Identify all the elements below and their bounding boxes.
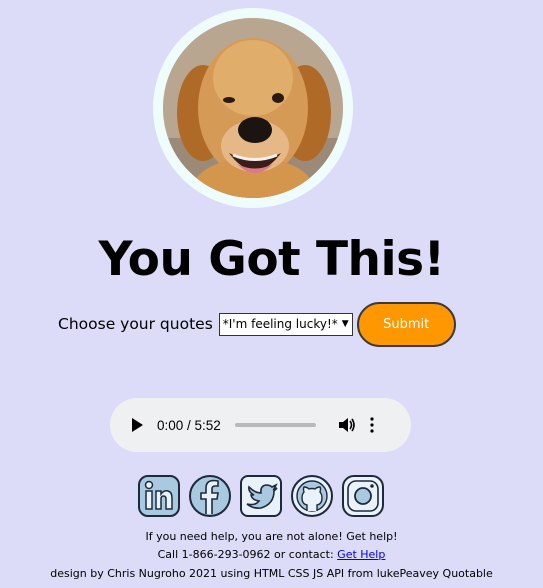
volume-icon[interactable] (338, 417, 356, 433)
chevron-down-icon: ▼ (341, 319, 349, 329)
page-title: You Got This! (98, 232, 445, 287)
instagram-icon[interactable] (341, 474, 385, 518)
audio-progress-track[interactable] (234, 423, 316, 427)
social-links (137, 474, 385, 518)
avatar-ring (153, 8, 353, 208)
audio-time: 0:00 / 5:52 (157, 417, 221, 433)
help-text: If you need help, you are not alone! Get… (145, 530, 398, 543)
github-icon[interactable] (290, 474, 334, 518)
call-line: Call 1-866-293-0962 or contact: Get Help (0, 548, 543, 561)
more-options-icon[interactable] (370, 417, 374, 433)
audio-player: 0:00 / 5:52 (110, 398, 411, 452)
quote-select-value: *I'm feeling lucky!* (222, 317, 338, 331)
quote-select[interactable]: *I'm feeling lucky!* ▼ (218, 312, 353, 336)
quote-label: Choose your quotes (58, 315, 213, 333)
get-help-link[interactable]: Get Help (337, 548, 385, 561)
twitter-icon[interactable] (239, 474, 283, 518)
facebook-icon[interactable] (188, 474, 232, 518)
linkedin-icon[interactable] (137, 474, 181, 518)
call-text: Call 1-866-293-0962 or contact: (157, 548, 338, 561)
credits-text: design by Chris Nugroho 2021 using HTML … (50, 567, 493, 580)
play-icon[interactable] (132, 418, 143, 432)
dog-avatar (163, 18, 343, 198)
quote-form: Choose your quotes *I'm feeling lucky!* … (58, 301, 456, 347)
submit-button[interactable]: Submit (356, 301, 456, 347)
